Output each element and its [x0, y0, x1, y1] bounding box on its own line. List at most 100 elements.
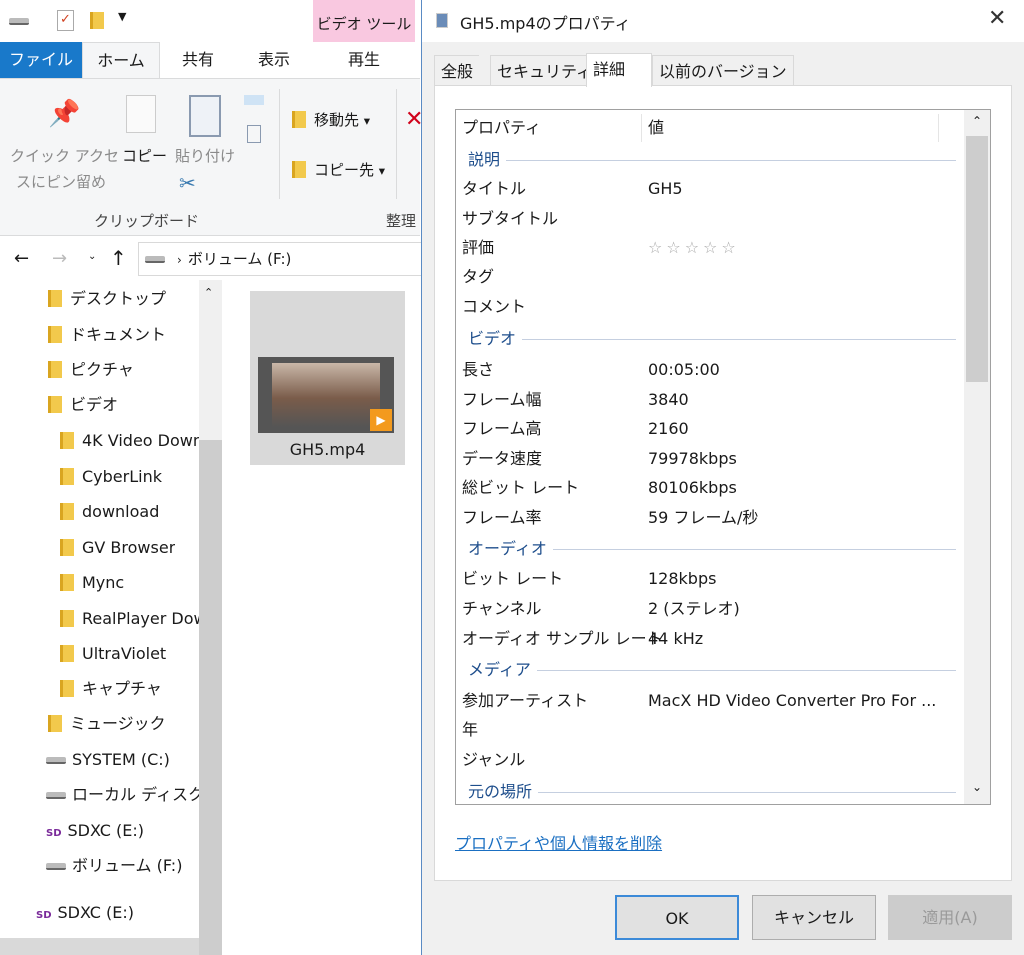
nav-item[interactable]: UltraViolet: [60, 639, 166, 669]
nav-item[interactable]: SD SDXC (E:): [46, 816, 144, 846]
ok-button[interactable]: OK: [615, 895, 739, 940]
scroll-down-icon[interactable]: ⌄: [972, 780, 982, 794]
scroll-up-icon[interactable]: ⌃: [204, 286, 213, 299]
nav-item[interactable]: キャプチャ: [60, 674, 162, 704]
nav-item[interactable]: ドキュメント: [48, 320, 166, 350]
property-row[interactable]: 長さ 00:05:00: [462, 355, 962, 384]
folder-icon: [48, 715, 62, 732]
properties-icon[interactable]: ✓: [57, 10, 74, 31]
nav-item[interactable]: ボリューム (F:): [46, 851, 182, 881]
nav-item-label: Mync: [82, 573, 125, 592]
copy-to-label: コピー先: [314, 161, 375, 179]
property-list[interactable]: プロパティ 値 説明 タイトル GH5 サブタイトル 評価 ☆☆☆☆☆ タグ コメント ビデオ長…: [455, 109, 991, 805]
rating-stars[interactable]: ☆☆☆☆☆: [648, 233, 740, 262]
property-value: 00:05:00: [648, 360, 720, 379]
column-header-property[interactable]: プロパティ: [462, 110, 541, 146]
back-button[interactable]: ←: [14, 248, 29, 269]
move-to-button[interactable]: 移動先 ▾: [292, 109, 370, 130]
nav-item[interactable]: 4K Video Down: [60, 426, 199, 456]
property-row[interactable]: フレーム幅 3840: [462, 385, 962, 414]
file-item[interactable]: ▶ GH5.mp4: [250, 291, 405, 465]
nav-item[interactable]: CyberLink: [60, 462, 162, 492]
nav-item-label: ドキュメント: [70, 325, 167, 344]
nav-item[interactable]: ピクチャ: [48, 355, 134, 385]
new-folder-icon[interactable]: [90, 12, 104, 29]
copy-to-button[interactable]: コピー先 ▾: [292, 159, 385, 180]
up-button[interactable]: ↑: [110, 246, 127, 270]
nav-selected-item[interactable]: [0, 938, 199, 955]
nav-item[interactable]: ビデオ: [48, 390, 118, 420]
nav-item-label: キャプチャ: [82, 679, 162, 698]
scrollbar-thumb[interactable]: [199, 440, 222, 955]
folder-icon: [60, 574, 74, 591]
tab-view[interactable]: 表示: [236, 42, 312, 78]
address-bar[interactable]: › ボリューム (F:): [138, 242, 428, 276]
property-row[interactable]: 参加アーティスト MacX HD Video Converter Pro For …: [462, 686, 962, 715]
tab-play[interactable]: 再生: [313, 42, 415, 78]
nav-item-label: UltraViolet: [82, 644, 167, 663]
apply-button[interactable]: 適用(A): [888, 895, 1012, 940]
property-row[interactable]: サブタイトル: [462, 204, 962, 233]
folder-icon: [60, 468, 74, 485]
property-name: タグ: [462, 267, 495, 286]
customize-dropdown-icon[interactable]: ▼: [118, 10, 126, 23]
tab-general[interactable]: 全般: [434, 55, 480, 86]
property-name: 年: [462, 720, 479, 739]
tab-share[interactable]: 共有: [160, 42, 236, 78]
cut-icon[interactable]: ✂: [179, 171, 196, 195]
close-icon[interactable]: ✕: [988, 6, 1006, 31]
list-scrollbar[interactable]: ⌃ ⌄: [964, 110, 990, 804]
tab-security[interactable]: セキュリティ: [490, 55, 600, 86]
section-header: ビデオ: [468, 324, 956, 353]
nav-scrollbar[interactable]: ⌃: [199, 280, 222, 955]
property-value: 2 (ステレオ): [648, 599, 740, 618]
property-row[interactable]: オーディオ サンプル レート 44 kHz: [462, 624, 962, 653]
scrollbar-thumb[interactable]: [966, 136, 988, 382]
paste-shortcut-icon[interactable]: [247, 125, 261, 143]
property-row[interactable]: チャンネル 2 (ステレオ): [462, 594, 962, 623]
property-row[interactable]: タイトル GH5: [462, 174, 962, 203]
remove-properties-link[interactable]: プロパティや個人情報を削除: [455, 830, 662, 854]
copy-path-icon[interactable]: [244, 95, 264, 105]
property-row[interactable]: フレーム高 2160: [462, 414, 962, 443]
tab-previous-versions[interactable]: 以前のバージョン: [652, 55, 794, 86]
forward-button[interactable]: →: [52, 248, 67, 269]
property-value: 59 フレーム/秒: [648, 508, 759, 527]
property-row[interactable]: ジャンル: [462, 745, 962, 774]
nav-item-label: デスクトップ: [70, 289, 167, 308]
recent-locations-icon[interactable]: ⌄: [88, 251, 96, 262]
tab-details[interactable]: 詳細: [586, 53, 652, 87]
nav-item[interactable]: Mync: [60, 568, 124, 598]
nav-item[interactable]: SD SDXC (E:): [36, 898, 134, 928]
nav-item[interactable]: download: [60, 497, 159, 527]
nav-item[interactable]: ミュージック: [48, 709, 166, 739]
property-row[interactable]: フレーム率 59 フレーム/秒: [462, 503, 962, 532]
property-row[interactable]: 総ビット レート 80106kbps: [462, 473, 962, 502]
nav-item[interactable]: RealPlayer Dow: [60, 604, 199, 634]
nav-item[interactable]: SYSTEM (C:): [46, 745, 170, 775]
column-header-value[interactable]: 値: [648, 110, 664, 146]
property-row[interactable]: コメント: [462, 292, 962, 321]
section-label: メディア: [468, 660, 537, 679]
nav-item[interactable]: ローカル ディスク (D: [46, 780, 199, 810]
tab-file[interactable]: ファイル: [0, 42, 82, 78]
pin-quick-access-button[interactable]: クイック アクセ: [10, 145, 119, 166]
copy-button[interactable]: コピー: [122, 145, 167, 166]
property-row[interactable]: ビット レート 128kbps: [462, 564, 962, 593]
property-row[interactable]: データ速度 79978kbps: [462, 444, 962, 473]
property-row[interactable]: 評価 ☆☆☆☆☆: [462, 233, 962, 262]
paste-button[interactable]: 貼り付け: [175, 145, 235, 166]
nav-item-label: SYSTEM (C:): [72, 750, 170, 769]
property-row[interactable]: 年: [462, 715, 962, 744]
tab-home[interactable]: ホーム: [82, 42, 160, 78]
folder-icon: [60, 645, 74, 662]
cancel-button[interactable]: キャンセル: [752, 895, 876, 940]
section-header: 元の場所: [468, 777, 956, 804]
scroll-up-icon[interactable]: ⌃: [972, 114, 982, 128]
property-row[interactable]: タグ: [462, 262, 962, 291]
nav-item[interactable]: デスクトップ: [48, 284, 166, 314]
property-name: フレーム幅: [462, 390, 542, 409]
nav-item[interactable]: GV Browser: [60, 533, 175, 563]
nav-item-label: GV Browser: [82, 538, 176, 557]
property-value: MacX HD Video Converter Pro For ...: [648, 691, 937, 710]
